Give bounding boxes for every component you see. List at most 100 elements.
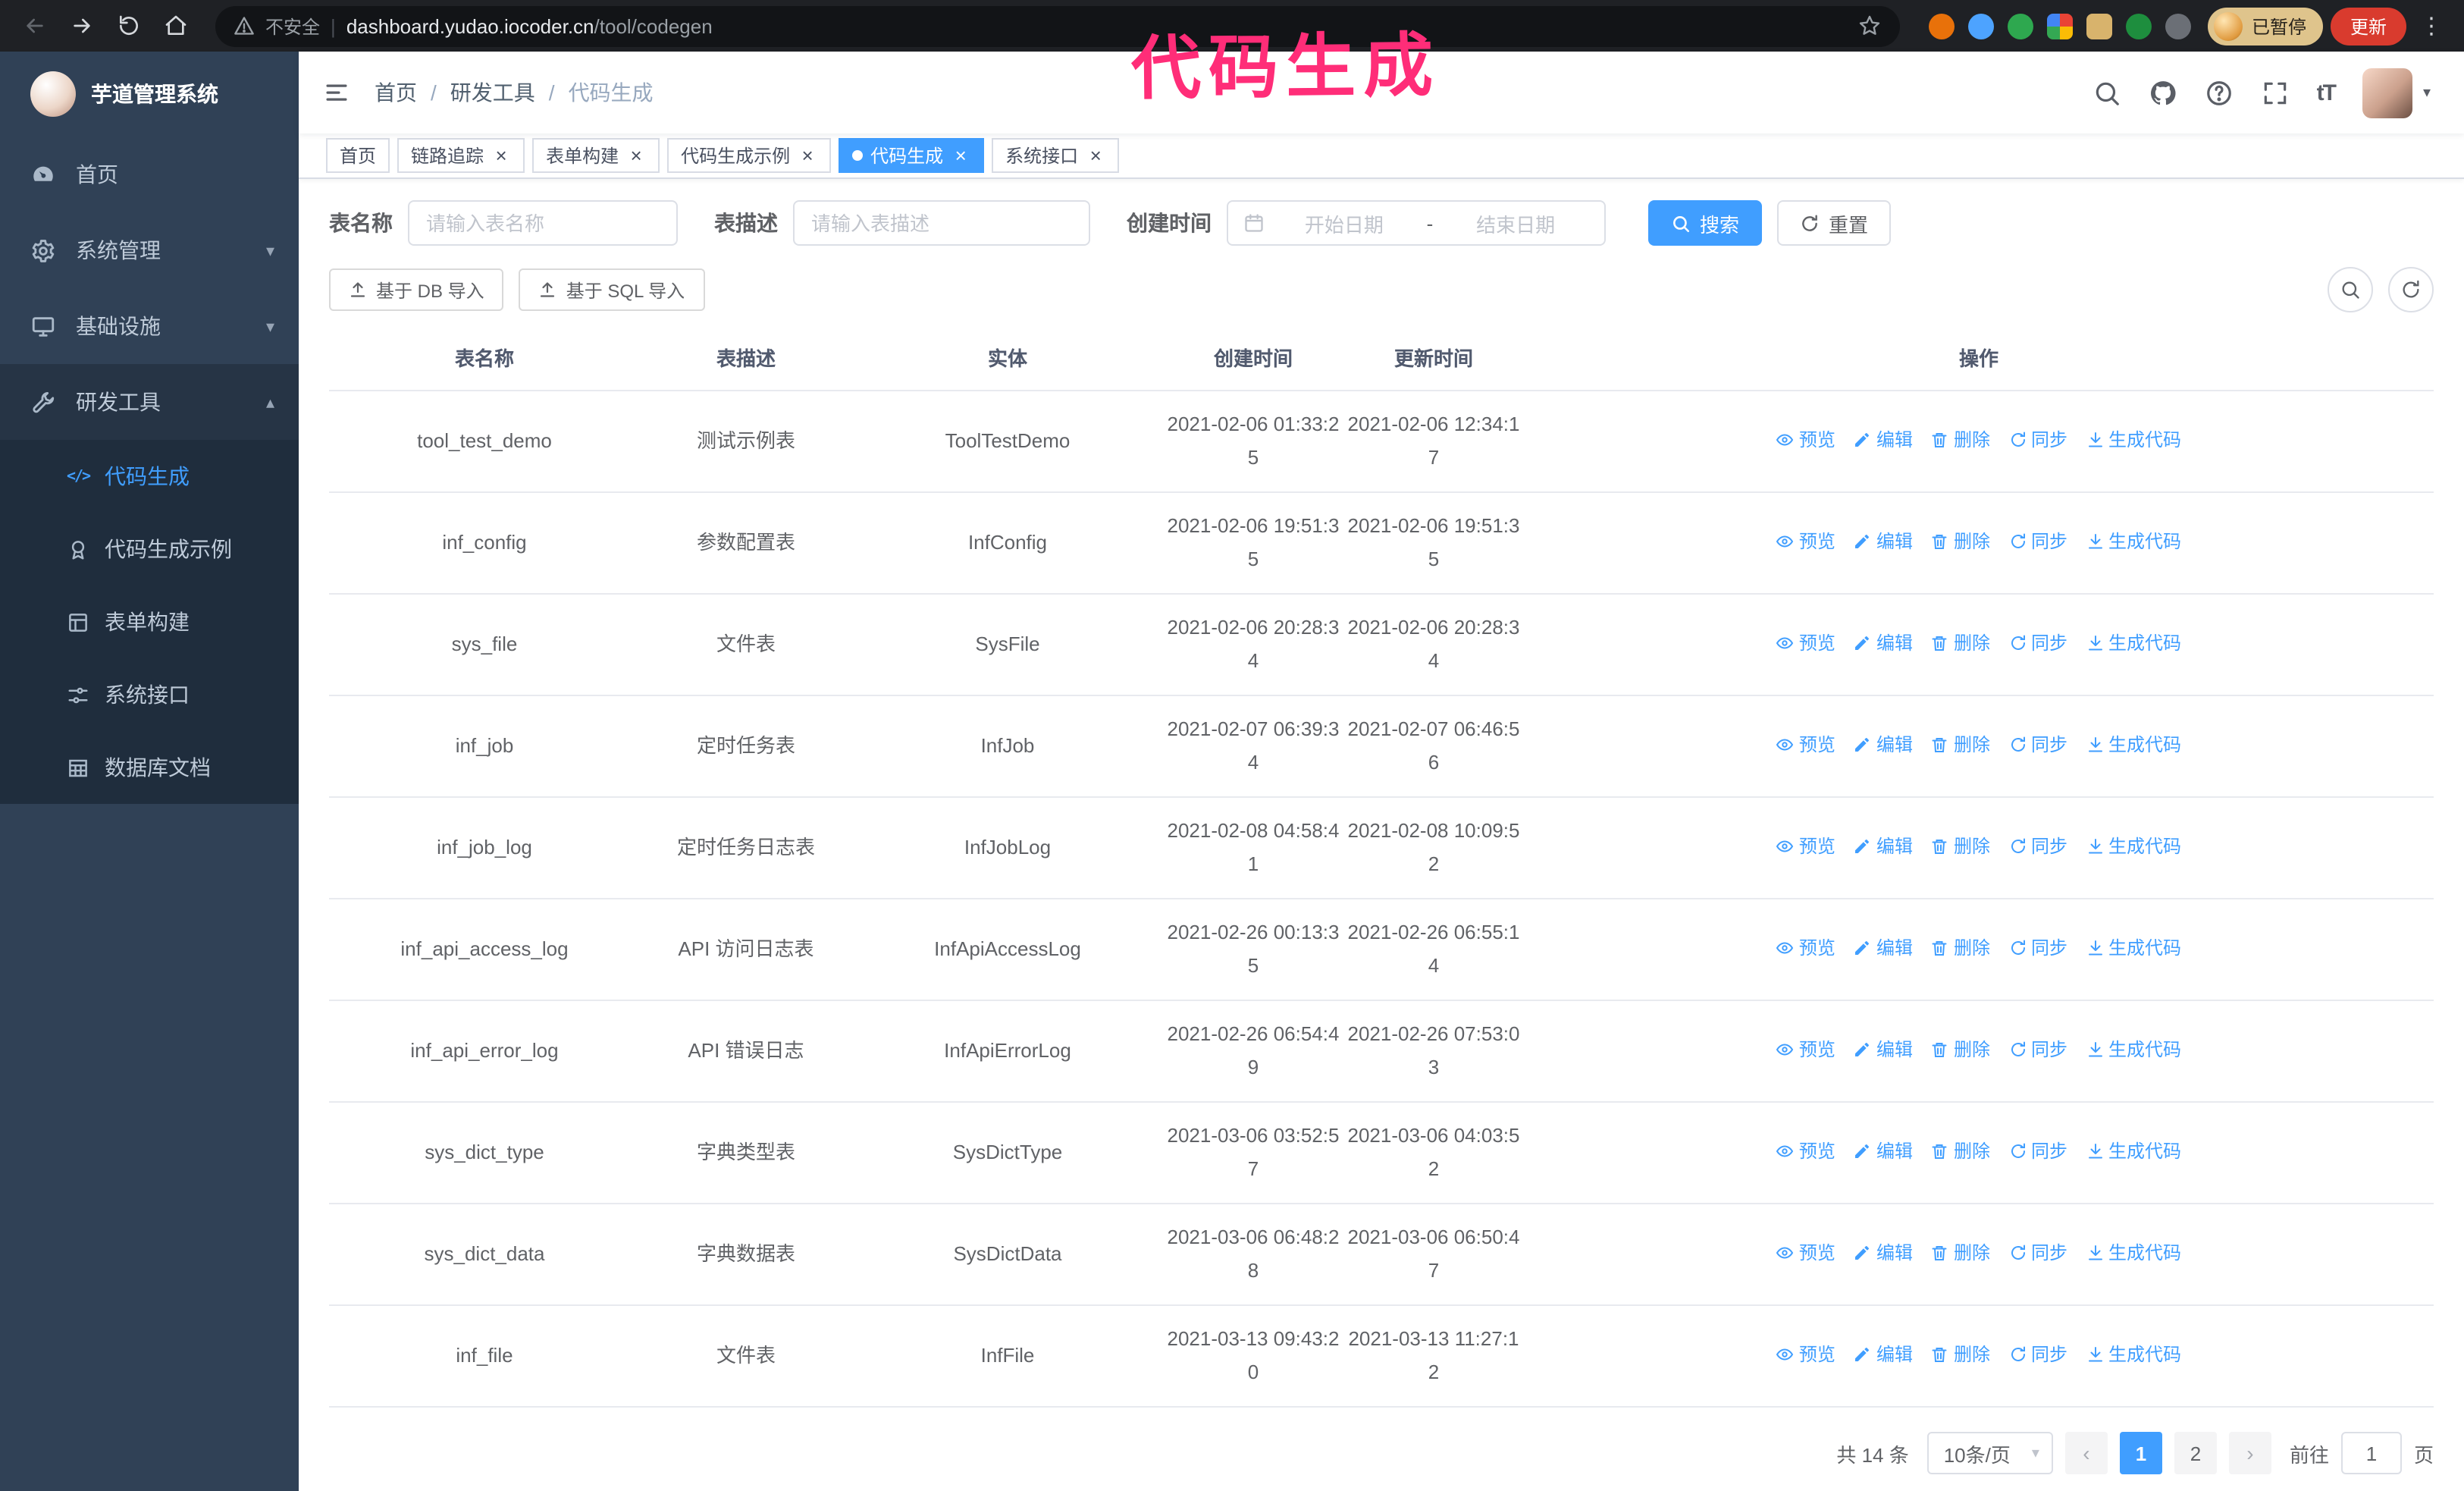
extension-icon[interactable] (1928, 13, 1955, 39)
tab-codegen-example[interactable]: 代码生成示例 × (667, 138, 832, 173)
generate-link[interactable]: 生成代码 (2086, 626, 2181, 660)
tab-home[interactable]: 首页 (326, 138, 390, 173)
preview-link[interactable]: 预览 (1776, 423, 1835, 457)
sidebar-item-dev-tools[interactable]: 研发工具 ▴ (0, 364, 299, 440)
hamburger-icon[interactable] (299, 52, 375, 133)
extension-icon[interactable] (2007, 13, 2033, 39)
delete-link[interactable]: 删除 (1931, 525, 1990, 558)
close-icon[interactable]: × (798, 146, 817, 165)
breadcrumb-item[interactable]: 首页 (375, 77, 417, 108)
preview-link[interactable]: 预览 (1776, 1033, 1835, 1066)
import-sql-button[interactable]: 基于 SQL 导入 (519, 268, 705, 311)
preview-link[interactable]: 预览 (1776, 525, 1835, 558)
preview-link[interactable]: 预览 (1776, 626, 1835, 660)
close-icon[interactable]: × (1086, 146, 1105, 165)
sync-link[interactable]: 同步 (2008, 830, 2067, 863)
sync-link[interactable]: 同步 (2008, 1338, 2067, 1371)
edit-link[interactable]: 编辑 (1854, 1033, 1913, 1066)
close-icon[interactable]: × (491, 146, 511, 165)
page-button-1[interactable]: 1 (2119, 1432, 2162, 1474)
sync-link[interactable]: 同步 (2008, 525, 2067, 558)
sidebar-item-codegen-example[interactable]: 代码生成示例 (0, 513, 299, 585)
bookmark-star-icon[interactable] (1857, 14, 1882, 38)
user-menu[interactable]: ▾ (2362, 67, 2431, 118)
generate-link[interactable]: 生成代码 (2086, 1236, 2181, 1270)
tab-tracing[interactable]: 链路追踪 × (397, 138, 525, 173)
profile-chip[interactable]: 已暂停 (2207, 7, 2323, 45)
toggle-search-button[interactable] (2328, 267, 2373, 312)
font-size-icon[interactable]: tT (2317, 80, 2337, 105)
table-name-input[interactable] (408, 200, 678, 246)
edit-link[interactable]: 编辑 (1854, 1135, 1913, 1168)
edit-link[interactable]: 编辑 (1854, 626, 1913, 660)
generate-link[interactable]: 生成代码 (2086, 728, 2181, 761)
edit-link[interactable]: 编辑 (1854, 728, 1913, 761)
preview-link[interactable]: 预览 (1776, 728, 1835, 761)
generate-link[interactable]: 生成代码 (2086, 931, 2181, 965)
sidebar-item-db-doc[interactable]: 数据库文档 (0, 731, 299, 804)
delete-link[interactable]: 删除 (1931, 1135, 1990, 1168)
delete-link[interactable]: 删除 (1931, 830, 1990, 863)
github-icon[interactable] (2149, 78, 2177, 107)
app-logo[interactable]: 芋道管理系统 (0, 52, 299, 137)
import-db-button[interactable]: 基于 DB 导入 (329, 268, 504, 311)
tab-form-builder[interactable]: 表单构建 × (532, 138, 660, 173)
preview-link[interactable]: 预览 (1776, 931, 1835, 965)
help-icon[interactable] (2205, 78, 2234, 107)
delete-link[interactable]: 删除 (1931, 728, 1990, 761)
edit-link[interactable]: 编辑 (1854, 830, 1913, 863)
tab-codegen[interactable]: 代码生成 × (839, 138, 985, 173)
reload-button[interactable] (109, 6, 149, 46)
browser-menu-icon[interactable]: ⋮ (2414, 12, 2449, 39)
fullscreen-icon[interactable] (2261, 78, 2290, 107)
edit-link[interactable]: 编辑 (1854, 931, 1913, 965)
generate-link[interactable]: 生成代码 (2086, 1135, 2181, 1168)
address-bar[interactable]: 不安全 | dashboard.yudao.iocoder.cn/tool/co… (215, 5, 1900, 46)
page-size-select[interactable]: 10条/页 ▾ (1926, 1432, 2053, 1474)
home-button[interactable] (156, 6, 196, 46)
sync-link[interactable]: 同步 (2008, 728, 2067, 761)
preview-link[interactable]: 预览 (1776, 830, 1835, 863)
generate-link[interactable]: 生成代码 (2086, 525, 2181, 558)
preview-link[interactable]: 预览 (1776, 1236, 1835, 1270)
sync-link[interactable]: 同步 (2008, 626, 2067, 660)
search-icon[interactable] (2093, 78, 2121, 107)
page-button-2[interactable]: 2 (2174, 1432, 2217, 1474)
delete-link[interactable]: 删除 (1931, 626, 1990, 660)
table-desc-input[interactable] (793, 200, 1090, 246)
sync-link[interactable]: 同步 (2008, 1033, 2067, 1066)
delete-link[interactable]: 删除 (1931, 1338, 1990, 1371)
extension-icon[interactable] (2125, 13, 2152, 39)
edit-link[interactable]: 编辑 (1854, 1236, 1913, 1270)
prev-page-button[interactable]: ‹ (2064, 1432, 2108, 1474)
date-range-picker[interactable]: 开始日期 - 结束日期 (1227, 200, 1606, 246)
generate-link[interactable]: 生成代码 (2086, 830, 2181, 863)
close-icon[interactable]: × (626, 146, 646, 165)
search-button[interactable]: 搜索 (1648, 200, 1763, 246)
edit-link[interactable]: 编辑 (1854, 423, 1913, 457)
sync-link[interactable]: 同步 (2008, 1236, 2067, 1270)
edit-link[interactable]: 编辑 (1854, 1338, 1913, 1371)
sync-link[interactable]: 同步 (2008, 423, 2067, 457)
sidebar-item-home[interactable]: 首页 (0, 137, 299, 212)
next-page-button[interactable]: › (2228, 1432, 2271, 1474)
preview-link[interactable]: 预览 (1776, 1135, 1835, 1168)
extension-icon[interactable] (1967, 13, 1994, 39)
goto-page-input[interactable] (2340, 1432, 2402, 1474)
extension-icon[interactable] (2046, 13, 2073, 39)
sidebar-item-infrastructure[interactable]: 基础设施 ▾ (0, 288, 299, 364)
breadcrumb-item[interactable]: 研发工具 (450, 77, 535, 108)
extension-icon[interactable] (2086, 13, 2112, 39)
chrome-update-button[interactable]: 更新 (2330, 7, 2406, 45)
tab-system-api[interactable]: 系统接口 × (992, 138, 1120, 173)
sync-link[interactable]: 同步 (2008, 931, 2067, 965)
generate-link[interactable]: 生成代码 (2086, 1033, 2181, 1066)
delete-link[interactable]: 删除 (1931, 1236, 1990, 1270)
delete-link[interactable]: 删除 (1931, 423, 1990, 457)
delete-link[interactable]: 删除 (1931, 931, 1990, 965)
generate-link[interactable]: 生成代码 (2086, 1338, 2181, 1371)
forward-button[interactable] (62, 6, 102, 46)
preview-link[interactable]: 预览 (1776, 1338, 1835, 1371)
sync-link[interactable]: 同步 (2008, 1135, 2067, 1168)
sidebar-item-system-api[interactable]: 系统接口 (0, 658, 299, 731)
